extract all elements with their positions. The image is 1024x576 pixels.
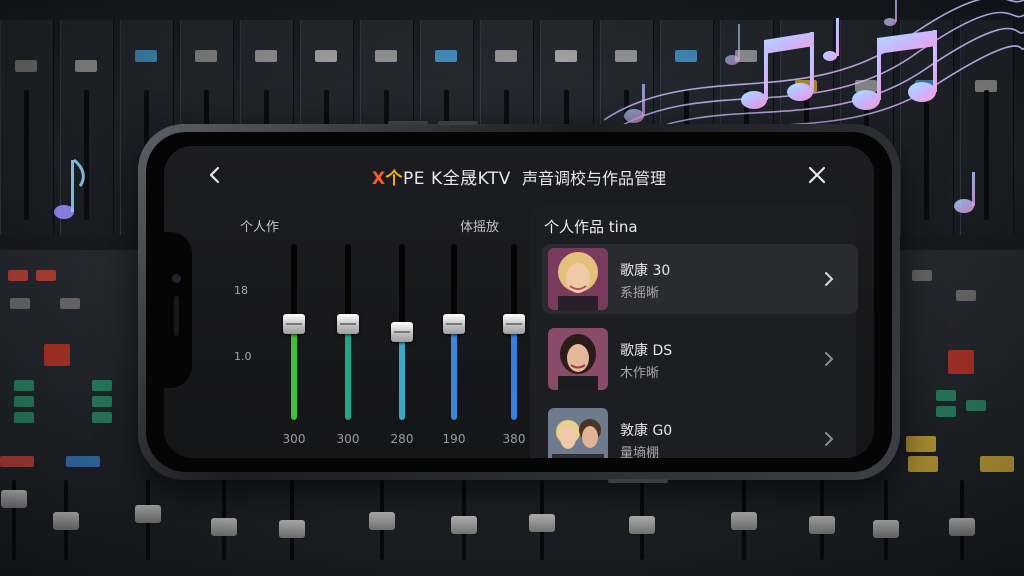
slider-value: 300 xyxy=(336,432,360,446)
smartphone-frame: X个PE K全晟KTV 声音调校与作品管理 个人作 体摇放 18 1.0 300… xyxy=(138,121,900,483)
eq-slider[interactable] xyxy=(382,244,422,424)
slider-thumb[interactable] xyxy=(337,314,359,334)
work-name: 歌康 30 xyxy=(620,263,671,279)
work-name: 敦康 G0 xyxy=(620,423,673,439)
work-list-item[interactable]: 歌康 30 系摇晰 xyxy=(542,244,858,314)
work-list-item[interactable]: 歌康 DS 木作晰 xyxy=(542,324,858,394)
app-header: X个PE K全晟KTV 声音调校与作品管理 xyxy=(164,146,874,204)
slider-value: 300 xyxy=(282,432,306,446)
works-panel: 个人作品 tina 歌康 30 系摇晰 歌康 DS 木作晰 敦康 G0 量墒棚 xyxy=(530,206,858,458)
logo-mark: X xyxy=(371,169,386,189)
app-screen: X个PE K全晟KTV 声音调校与作品管理 个人作 体摇放 18 1.0 300… xyxy=(164,146,874,458)
equalizer-panel: 个人作 体摇放 18 1.0 300 300 280 190 380 xyxy=(212,210,525,458)
work-subtitle: 系摇晰 xyxy=(620,286,660,301)
work-subtitle: 量墒棚 xyxy=(620,446,660,458)
speaker-grille xyxy=(174,296,179,336)
slider-thumb[interactable] xyxy=(391,322,413,342)
eq-slider[interactable] xyxy=(494,244,534,424)
slider-value: 280 xyxy=(390,432,414,446)
eq-slider[interactable] xyxy=(434,244,474,424)
eq-slider[interactable] xyxy=(274,244,314,424)
logo-mark: 个 xyxy=(385,169,404,189)
avatar xyxy=(548,408,608,458)
music-note-icon xyxy=(54,158,85,219)
equalizer-label-left: 个人作 xyxy=(240,220,280,235)
slider-fill xyxy=(291,328,297,420)
slider-value: 190 xyxy=(442,432,466,446)
volume-button xyxy=(388,121,428,125)
close-icon[interactable] xyxy=(806,164,828,186)
page-title: X个PE K全晟KTV 声音调校与作品管理 xyxy=(164,164,874,189)
slider-fill xyxy=(345,328,351,420)
slider-fill xyxy=(451,328,457,420)
work-list-item[interactable]: 敦康 G0 量墒棚 xyxy=(542,404,858,458)
scale-label-mid: 1.0 xyxy=(234,350,252,363)
front-camera xyxy=(172,274,181,283)
slider-fill xyxy=(399,336,405,420)
scale-label-top: 18 xyxy=(234,284,248,297)
slider-fill xyxy=(511,328,517,420)
slider-thumb[interactable] xyxy=(443,314,465,334)
page-subtitle: 声音调校与作品管理 xyxy=(522,169,667,188)
power-button xyxy=(608,479,668,483)
work-subtitle: 木作晰 xyxy=(620,366,660,381)
brand-name: PE K全晟KTV xyxy=(403,169,511,189)
chevron-right-icon xyxy=(825,272,834,286)
works-title: 个人作品 tina xyxy=(544,218,638,236)
camera-notch xyxy=(146,232,192,388)
chevron-right-icon xyxy=(825,432,834,446)
eq-slider[interactable] xyxy=(328,244,368,424)
avatar xyxy=(548,328,608,390)
chevron-right-icon xyxy=(825,352,834,366)
volume-button xyxy=(438,121,478,125)
slider-thumb[interactable] xyxy=(283,314,305,334)
avatar xyxy=(548,248,608,310)
equalizer-label-right: 体摇放 xyxy=(460,220,500,235)
slider-thumb[interactable] xyxy=(503,314,525,334)
work-name: 歌康 DS xyxy=(620,343,673,359)
